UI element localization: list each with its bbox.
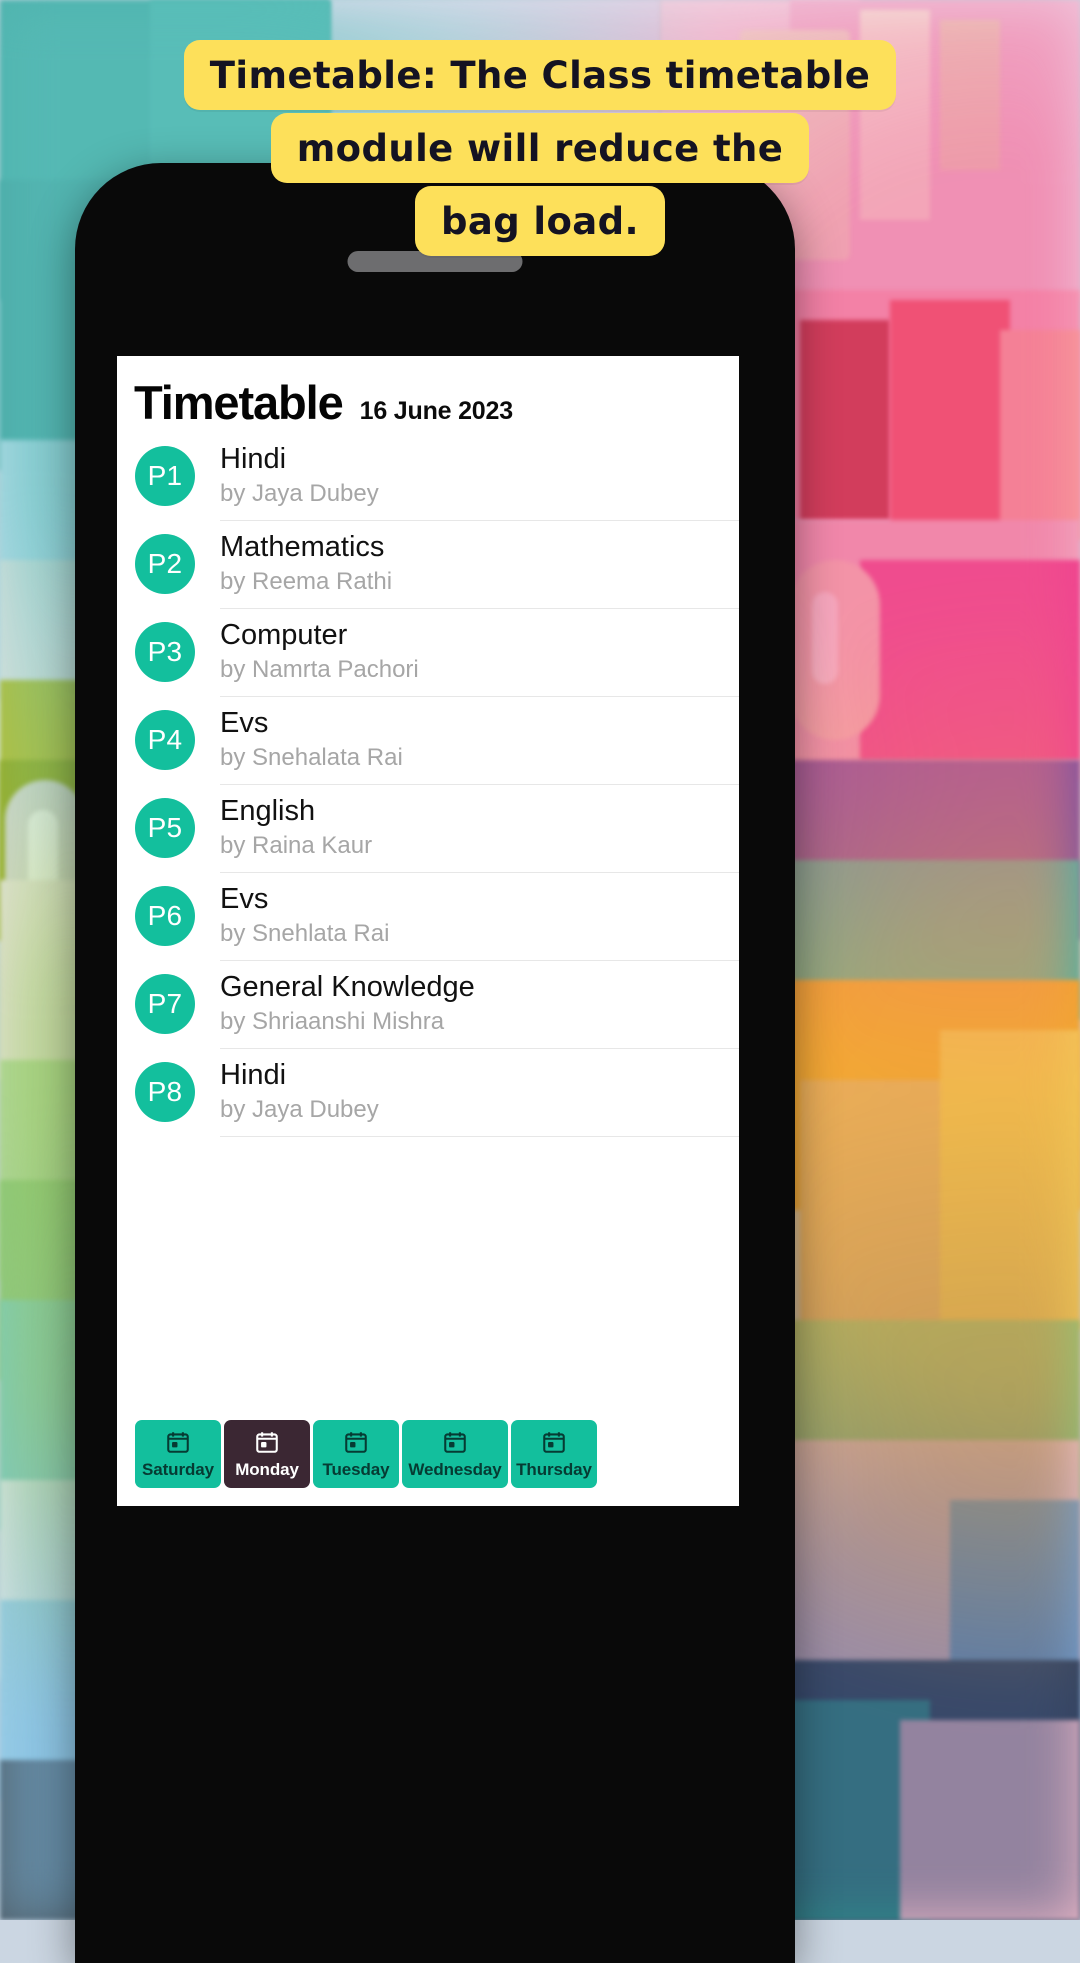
- tab-saturday[interactable]: Saturday: [135, 1420, 221, 1488]
- calendar-icon: [541, 1429, 567, 1460]
- period-badge: P1: [135, 446, 195, 506]
- subject-name: English: [220, 794, 316, 827]
- teacher-name: by Jaya Dubey: [220, 1096, 379, 1124]
- period-row[interactable]: P3 Computer by Namrta Pachori: [135, 608, 739, 697]
- subject-name: Evs: [220, 706, 269, 739]
- subject-name: Hindi: [220, 442, 287, 475]
- period-list: P1 Hindi by Jaya Dubey P2 Mathematics by Reem…: [117, 432, 739, 1137]
- subject-name: Mathematics: [220, 530, 385, 563]
- calendar-icon: [343, 1429, 369, 1460]
- period-details: Evs by Snehlata Rai: [220, 872, 739, 961]
- app-screen: Timetable 16 June 2023 P1 Hindi by Jaya Du…: [117, 356, 739, 1506]
- period-badge: P2: [135, 534, 195, 594]
- period-details: General Knowledge by Shriaanshi Mishra: [220, 960, 739, 1049]
- period-details: Computer by Namrta Pachori: [220, 608, 739, 697]
- caption-line-2: module will reduce the: [270, 113, 810, 183]
- period-badge: P8: [135, 1062, 195, 1122]
- teacher-name: by Snehlata Rai: [220, 920, 390, 948]
- teacher-name: by Namrta Pachori: [220, 656, 419, 684]
- period-row[interactable]: P1 Hindi by Jaya Dubey: [135, 432, 739, 521]
- calendar-icon: [442, 1429, 468, 1460]
- teacher-name: by Snehalata Rai: [220, 744, 403, 772]
- period-row[interactable]: P5 English by Raina Kaur: [135, 784, 739, 873]
- header-date: 16 June 2023: [359, 397, 513, 425]
- day-tabbar: Saturday Monday Tuesday Wednesday Thursday: [135, 1420, 597, 1488]
- tab-thursday[interactable]: Thursday: [511, 1420, 597, 1488]
- subject-name: Evs: [220, 882, 269, 915]
- period-row[interactable]: P2 Mathematics by Reema Rathi: [135, 520, 739, 609]
- period-badge: P6: [135, 886, 195, 946]
- teacher-name: by Shriaanshi Mishra: [220, 1008, 445, 1036]
- teacher-name: by Raina Kaur: [220, 832, 373, 860]
- period-details: Mathematics by Reema Rathi: [220, 520, 739, 609]
- period-badge: P4: [135, 710, 195, 770]
- period-row[interactable]: P7 General Knowledge by Shriaanshi Mishra: [135, 960, 739, 1049]
- promo-caption: Timetable: The Class timetable module wi…: [0, 40, 1080, 259]
- teacher-name: by Reema Rathi: [220, 568, 393, 596]
- tab-label: Monday: [235, 1460, 299, 1479]
- period-row[interactable]: P6 Evs by Snehlata Rai: [135, 872, 739, 961]
- calendar-icon: [254, 1429, 280, 1460]
- tab-tuesday[interactable]: Tuesday: [313, 1420, 399, 1488]
- tab-monday[interactable]: Monday: [224, 1420, 310, 1488]
- period-details: Evs by Snehalata Rai: [220, 696, 739, 785]
- subject-name: General Knowledge: [220, 970, 475, 1003]
- calendar-icon: [165, 1429, 191, 1460]
- tab-label: Tuesday: [322, 1460, 390, 1479]
- teacher-name: by Jaya Dubey: [220, 480, 379, 508]
- phone-mockup: Timetable 16 June 2023 P1 Hindi by Jaya Du…: [75, 163, 795, 1963]
- tab-label: Wednesday: [408, 1460, 502, 1479]
- period-row[interactable]: P4 Evs by Snehalata Rai: [135, 696, 739, 785]
- page-title: Timetable: [134, 376, 344, 429]
- period-badge: P5: [135, 798, 195, 858]
- period-badge: P3: [135, 622, 195, 682]
- subject-name: Computer: [220, 618, 348, 651]
- period-details: Hindi by Jaya Dubey: [220, 432, 739, 521]
- period-details: Hindi by Jaya Dubey: [220, 1048, 739, 1137]
- tab-wednesday[interactable]: Wednesday: [402, 1420, 508, 1488]
- caption-line-1: Timetable: The Class timetable: [183, 40, 897, 110]
- period-badge: P7: [135, 974, 195, 1034]
- app-header: Timetable 16 June 2023: [117, 356, 739, 432]
- period-row[interactable]: P8 Hindi by Jaya Dubey: [135, 1048, 739, 1137]
- subject-name: Hindi: [220, 1058, 287, 1091]
- tab-label: Thursday: [516, 1460, 592, 1479]
- tab-label: Saturday: [142, 1460, 214, 1479]
- caption-line-3: bag load.: [414, 186, 666, 256]
- period-details: English by Raina Kaur: [220, 784, 739, 873]
